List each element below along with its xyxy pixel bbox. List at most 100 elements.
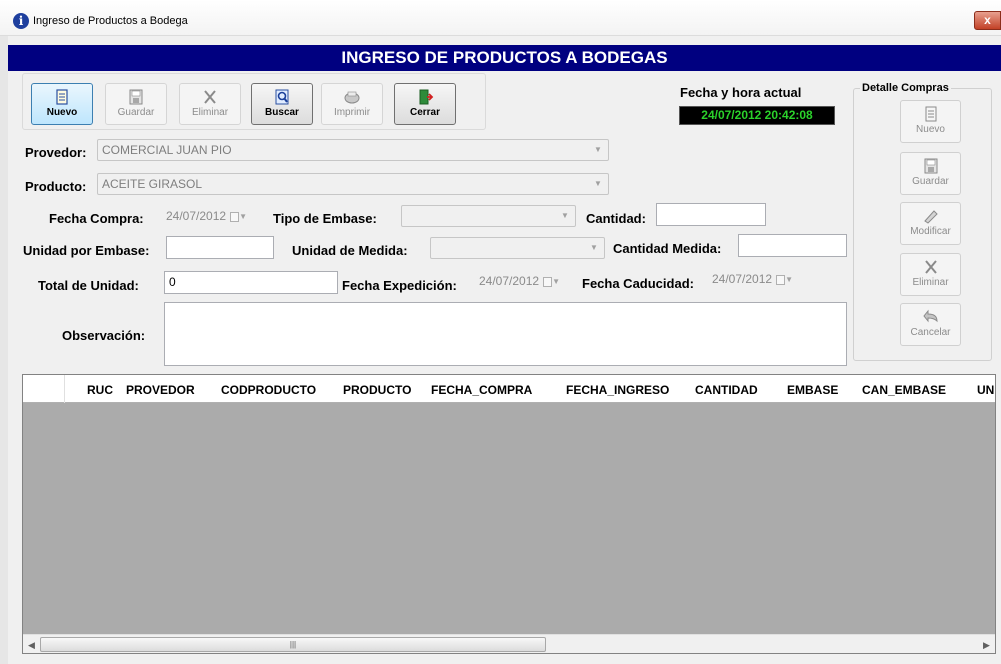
cantidad-input[interactable]: [656, 203, 766, 226]
window-frame: [0, 36, 8, 664]
column-header-can-embase[interactable]: CAN_EMBASE: [862, 375, 946, 403]
unidad-embase-label: Unidad por Embase:: [23, 243, 150, 258]
column-header-cantidad[interactable]: CANTIDAD: [695, 375, 758, 403]
scrollbar-thumb[interactable]: |||: [40, 637, 546, 652]
fecha-expedicion-picker[interactable]: 24/07/2012 ▼: [479, 271, 560, 291]
close-button[interactable]: x: [974, 11, 1001, 30]
unidad-medida-label: Unidad de Medida:: [292, 243, 408, 258]
chevron-down-icon: ▼: [552, 276, 560, 286]
calendar-icon: [230, 211, 240, 222]
eliminar-button[interactable]: Eliminar: [179, 83, 241, 125]
save-icon: [129, 89, 143, 105]
buscar-button[interactable]: Buscar: [251, 83, 313, 125]
detalle-modificar-button[interactable]: Modificar: [900, 202, 961, 245]
producto-combo[interactable]: ACEITE GIRASOL ▼: [97, 173, 609, 195]
data-grid[interactable]: RUC PROVEDOR CODPRODUCTO PRODUCTO FECHA_…: [22, 374, 996, 654]
info-icon: i: [13, 13, 29, 29]
chevron-down-icon: ▼: [590, 243, 598, 252]
observacion-textarea[interactable]: [164, 302, 847, 366]
cerrar-label: Cerrar: [409, 107, 441, 118]
imprimir-button[interactable]: Imprimir: [321, 83, 383, 125]
column-header-fecha-ingreso[interactable]: FECHA_INGRESO: [566, 375, 669, 403]
unidad-medida-combo[interactable]: ▼: [430, 237, 605, 259]
tipo-embase-label: Tipo de Embase:: [273, 211, 377, 226]
fecha-caducidad-value: 24/07/2012: [712, 272, 773, 286]
chevron-down-icon: ▼: [594, 145, 602, 154]
fecha-compra-picker[interactable]: 24/07/2012 ▼: [166, 206, 247, 226]
cantidad-medida-input[interactable]: [738, 234, 847, 257]
main-toolbar: Nuevo Guardar Eliminar Buscar Imprimir C…: [22, 73, 486, 130]
scroll-left-icon[interactable]: ◀: [23, 635, 40, 653]
cerrar-button[interactable]: Cerrar: [394, 83, 456, 125]
provedor-value: COMERCIAL JUAN PIO: [102, 143, 232, 157]
grid-header: RUC PROVEDOR CODPRODUCTO PRODUCTO FECHA_…: [23, 375, 995, 403]
fecha-expedicion-value: 24/07/2012: [479, 274, 540, 288]
scroll-right-icon[interactable]: ▶: [978, 635, 995, 653]
detalle-cancelar-label: Cancelar: [910, 327, 951, 338]
buscar-label: Buscar: [265, 107, 299, 118]
clock-display: 24/07/2012 20:42:08: [679, 106, 835, 125]
detalle-nuevo-label: Nuevo: [916, 124, 945, 135]
producto-value: ACEITE GIRASOL: [102, 177, 203, 191]
undo-arrow-icon: [922, 309, 938, 323]
column-header-fecha-compra[interactable]: FECHA_COMPRA: [431, 375, 532, 403]
exit-door-icon: [419, 89, 434, 105]
provedor-label: Provedor:: [25, 145, 87, 160]
guardar-label: Guardar: [117, 107, 155, 118]
print-icon: [344, 91, 360, 104]
column-header-provedor[interactable]: PROVEDOR: [126, 375, 195, 403]
clock-label: Fecha y hora actual: [680, 85, 802, 100]
imprimir-label: Imprimir: [333, 107, 371, 118]
title-bar: i Ingreso de Productos a Bodega x: [0, 0, 1001, 36]
unidad-embase-input[interactable]: [166, 236, 274, 259]
fecha-expedicion-label: Fecha Expedición:: [342, 278, 457, 293]
column-header-uni[interactable]: UNI: [977, 375, 995, 403]
search-icon: [275, 89, 289, 105]
edit-icon: [923, 210, 938, 224]
detalle-guardar-button[interactable]: Guardar: [900, 152, 961, 195]
delete-x-icon: [204, 90, 216, 104]
window-title: Ingreso de Productos a Bodega: [33, 15, 188, 27]
detalle-cancelar-button[interactable]: Cancelar: [900, 303, 961, 346]
nuevo-label: Nuevo: [46, 107, 78, 118]
provedor-combo[interactable]: COMERCIAL JUAN PIO ▼: [97, 139, 609, 161]
new-document-icon: [925, 106, 936, 122]
column-header-ruc[interactable]: RUC: [87, 375, 113, 403]
detalle-nuevo-button[interactable]: Nuevo: [900, 100, 961, 143]
detalle-modificar-label: Modificar: [910, 226, 951, 237]
fecha-compra-label: Fecha Compra:: [49, 211, 144, 226]
total-unidad-input[interactable]: 0: [164, 271, 338, 294]
horizontal-scrollbar[interactable]: ◀ ||| ▶: [23, 634, 995, 653]
column-header-producto[interactable]: PRODUCTO: [343, 375, 411, 403]
fecha-caducidad-picker[interactable]: 24/07/2012 ▼: [712, 269, 793, 289]
detalle-eliminar-button[interactable]: Eliminar: [900, 253, 961, 296]
new-document-icon: [56, 89, 68, 105]
calendar-icon: [543, 276, 553, 287]
chevron-down-icon: ▼: [594, 179, 602, 188]
nuevo-button[interactable]: Nuevo: [31, 83, 93, 125]
detalle-compras-legend: Detalle Compras: [860, 82, 951, 94]
tipo-embase-combo[interactable]: ▼: [401, 205, 576, 227]
detalle-eliminar-label: Eliminar: [912, 277, 949, 288]
cantidad-label: Cantidad:: [586, 211, 646, 226]
chevron-down-icon: ▼: [239, 211, 247, 221]
calendar-icon: [776, 274, 786, 285]
main-window: i Ingreso de Productos a Bodega x INGRES…: [0, 0, 1001, 664]
page-title: INGRESO DE PRODUCTOS A BODEGAS: [8, 45, 1001, 71]
delete-x-icon: [924, 260, 937, 274]
eliminar-label: Eliminar: [191, 107, 229, 118]
grid-row-header-corner: [23, 375, 65, 403]
cantidad-medida-label: Cantidad Medida:: [613, 241, 722, 256]
observacion-label: Observación:: [62, 328, 146, 343]
fecha-compra-value: 24/07/2012: [166, 209, 227, 223]
column-header-codproducto[interactable]: CODPRODUCTO: [221, 375, 316, 403]
column-header-embase[interactable]: EMBASE: [787, 375, 838, 403]
total-unidad-label: Total de Unidad:: [38, 278, 139, 293]
detalle-guardar-label: Guardar: [912, 176, 949, 187]
guardar-button[interactable]: Guardar: [105, 83, 167, 125]
chevron-down-icon: ▼: [785, 274, 793, 284]
save-icon: [924, 158, 937, 174]
fecha-caducidad-label: Fecha Caducidad:: [582, 276, 694, 291]
chevron-down-icon: ▼: [561, 211, 569, 220]
producto-label: Producto:: [25, 179, 87, 194]
